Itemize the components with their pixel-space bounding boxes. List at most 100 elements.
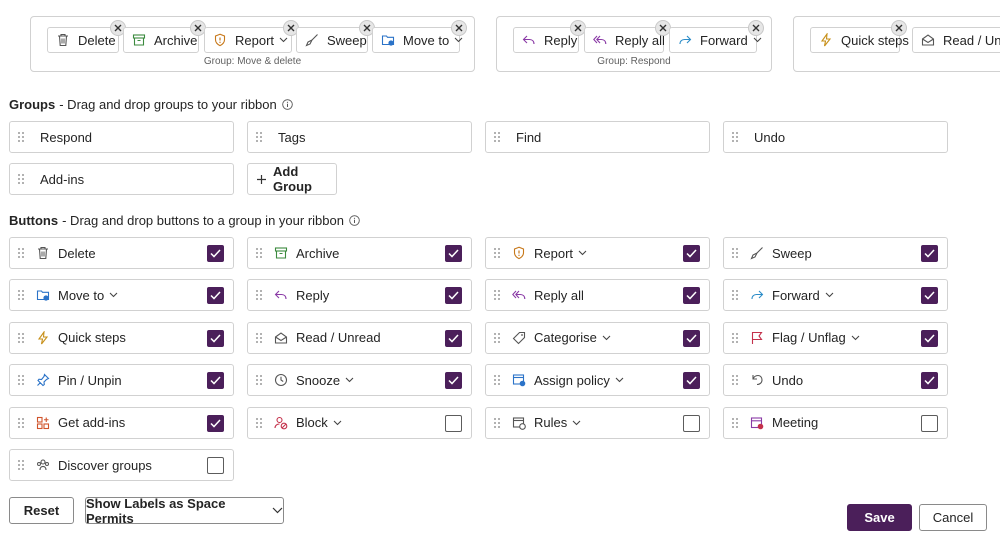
add-group-button[interactable]: Add Group: [247, 163, 337, 195]
remove-quick-steps-icon[interactable]: [891, 20, 907, 36]
group-tile-add-ins[interactable]: Add-ins: [9, 163, 234, 195]
drag-handle-icon[interactable]: [730, 130, 740, 144]
group-tile-undo[interactable]: Undo: [723, 121, 948, 153]
checkbox-checked[interactable]: [683, 287, 700, 305]
checkbox-checked[interactable]: [207, 414, 224, 432]
drag-handle-icon[interactable]: [730, 246, 740, 260]
info-icon[interactable]: [349, 215, 360, 226]
button-tile-delete[interactable]: Delete: [9, 237, 234, 269]
ribbon-sweep-button[interactable]: Sweep: [296, 20, 375, 53]
show-labels-dropdown[interactable]: Show Labels as Space Permits: [85, 496, 284, 526]
drag-handle-icon[interactable]: [254, 331, 264, 345]
drag-handle-icon[interactable]: [254, 246, 264, 260]
button-tile-label: Pin / Unpin: [58, 372, 122, 388]
drag-handle-icon[interactable]: [16, 172, 26, 186]
button-tile-reply-all[interactable]: Reply all: [485, 279, 710, 312]
button-tile-assign-policy[interactable]: Assign policy: [485, 364, 710, 397]
button-tile-block[interactable]: Block: [247, 406, 472, 439]
checkbox-checked[interactable]: [921, 287, 938, 305]
ribbon-move-to-button[interactable]: Move to: [372, 20, 467, 53]
button-tile-pin-unpin[interactable]: Pin / Unpin: [9, 364, 234, 397]
drag-handle-icon[interactable]: [16, 458, 26, 472]
drag-handle-icon[interactable]: [254, 288, 264, 302]
checkbox-checked[interactable]: [683, 372, 700, 390]
checkbox-unchecked[interactable]: [683, 414, 700, 432]
drag-handle-icon[interactable]: [254, 373, 264, 387]
checkbox-checked[interactable]: [921, 245, 938, 262]
drag-handle-icon[interactable]: [16, 246, 26, 260]
ribbon-reply-button[interactable]: Reply: [513, 20, 586, 53]
drag-handle-icon[interactable]: [730, 288, 740, 302]
checkbox-checked[interactable]: [445, 287, 462, 305]
button-tile-read-unread[interactable]: Read / Unread: [247, 321, 472, 354]
ribbon-delete-button[interactable]: Delete: [47, 20, 126, 53]
drag-handle-icon[interactable]: [16, 331, 26, 345]
checkbox-unchecked[interactable]: [445, 414, 462, 432]
ribbon-forward-button[interactable]: Forward: [669, 20, 764, 53]
group-tile-respond[interactable]: Respond: [9, 121, 234, 153]
ribbon-group-respond[interactable]: Reply Reply all Forward Group: Respond: [496, 16, 772, 72]
button-tile-archive[interactable]: Archive: [247, 237, 472, 269]
reset-button[interactable]: Reset: [9, 497, 74, 524]
drag-handle-icon[interactable]: [492, 130, 502, 144]
group-tile-tags[interactable]: Tags: [247, 121, 472, 153]
ribbon-archive-button[interactable]: Archive: [123, 20, 206, 53]
checkbox-unchecked[interactable]: [921, 414, 938, 432]
drag-handle-icon[interactable]: [730, 416, 740, 430]
drag-handle-icon[interactable]: [254, 416, 264, 430]
button-tile-sweep[interactable]: Sweep: [723, 237, 948, 269]
drag-handle-icon[interactable]: [492, 373, 502, 387]
button-tile-meeting[interactable]: Meeting: [723, 406, 948, 439]
checkbox-checked[interactable]: [683, 245, 700, 262]
cancel-button[interactable]: Cancel: [919, 504, 987, 531]
remove-forward-icon[interactable]: [748, 20, 764, 36]
drag-handle-icon[interactable]: [492, 288, 502, 302]
group-tile-label: Respond: [40, 129, 93, 145]
button-tile-snooze[interactable]: Snooze: [247, 364, 472, 397]
checkbox-checked[interactable]: [445, 329, 462, 347]
button-tile-forward[interactable]: Forward: [723, 279, 948, 312]
button-tile-get-add-ins[interactable]: Get add-ins: [9, 406, 234, 439]
checkbox-checked[interactable]: [921, 372, 938, 390]
checkbox-unchecked[interactable]: [207, 457, 224, 474]
button-tile-categorise[interactable]: Categorise: [485, 321, 710, 354]
info-icon[interactable]: [281, 99, 293, 110]
button-tile-label: Meeting: [772, 415, 819, 431]
clock-icon: [274, 373, 288, 387]
drag-handle-icon[interactable]: [492, 416, 502, 430]
drag-handle-icon[interactable]: [16, 130, 26, 144]
checkbox-checked[interactable]: [207, 372, 224, 390]
ribbon-reply-all-button[interactable]: Reply all: [584, 20, 671, 53]
drag-handle-icon[interactable]: [730, 373, 740, 387]
drag-handle-icon[interactable]: [16, 373, 26, 387]
button-tile-report[interactable]: Report: [485, 237, 710, 269]
button-tile-flag-unflag[interactable]: Flag / Unflag: [723, 321, 948, 354]
button-tile-discover-groups[interactable]: Discover groups: [9, 449, 234, 481]
checkbox-checked[interactable]: [445, 372, 462, 390]
button-tile-rules[interactable]: Rules: [485, 406, 710, 439]
checkbox-checked[interactable]: [207, 329, 224, 347]
group-tile-find[interactable]: Find: [485, 121, 710, 153]
ribbon-report-button[interactable]: Report: [204, 20, 299, 53]
ribbon-group-move-delete[interactable]: Delete Archive Report Sweep Move to Grou…: [30, 16, 475, 72]
checkbox-checked[interactable]: [921, 329, 938, 347]
save-button[interactable]: Save: [847, 504, 912, 531]
button-tile-reply[interactable]: Reply: [247, 279, 472, 312]
button-tile-undo[interactable]: Undo: [723, 364, 948, 397]
drag-handle-icon[interactable]: [16, 416, 26, 430]
ribbon-quick-steps-button[interactable]: Quick steps: [810, 20, 909, 53]
drag-handle-icon[interactable]: [492, 246, 502, 260]
remove-move-to-icon[interactable]: [451, 20, 467, 36]
ribbon-read-unread-button[interactable]: Read / Un: [912, 27, 1000, 53]
checkbox-checked[interactable]: [207, 245, 224, 262]
checkbox-checked[interactable]: [445, 245, 462, 262]
ribbon-group-third[interactable]: Quick steps Read / Un: [793, 16, 1000, 72]
drag-handle-icon[interactable]: [730, 331, 740, 345]
drag-handle-icon[interactable]: [254, 130, 264, 144]
drag-handle-icon[interactable]: [492, 331, 502, 345]
button-tile-move-to[interactable]: Move to: [9, 279, 234, 312]
checkbox-checked[interactable]: [683, 329, 700, 347]
button-tile-quick-steps[interactable]: Quick steps: [9, 321, 234, 354]
drag-handle-icon[interactable]: [16, 288, 26, 302]
checkbox-checked[interactable]: [207, 287, 224, 305]
